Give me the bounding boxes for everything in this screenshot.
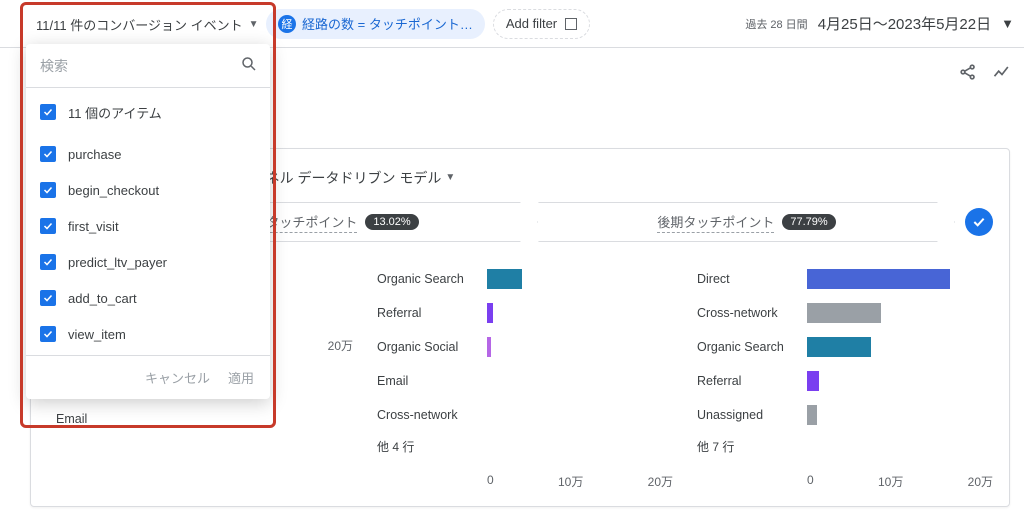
list-item[interactable]: begin_checkout <box>26 172 270 208</box>
bar <box>807 405 817 425</box>
list-item[interactable]: view_item <box>26 316 270 352</box>
table-row: Cross-network <box>377 398 673 432</box>
axis-tick: 10万 <box>878 473 903 490</box>
chart-column-late: Direct Cross-network Organic Search Referra… <box>697 262 993 490</box>
axis-tick: 0 <box>807 473 814 490</box>
table-row: Direct <box>697 262 993 296</box>
dropdown-actions: キャンセル 適用 <box>26 356 270 399</box>
axis-tick: 10万 <box>558 473 583 490</box>
checkbox-checked-icon[interactable] <box>40 218 56 234</box>
bar <box>807 303 881 323</box>
table-row: Organic Search <box>697 330 993 364</box>
bar <box>487 269 522 289</box>
trigger-label: 11/11 件のコンバージョン イベント <box>36 15 243 34</box>
list-item[interactable]: predict_ltv_payer <box>26 244 270 280</box>
bar <box>487 303 493 323</box>
bar <box>487 337 491 357</box>
axis-tick: 20万 <box>328 337 353 354</box>
table-row: Organic Search <box>377 262 673 296</box>
search-icon[interactable] <box>240 55 258 76</box>
item-label: 11 個のアイテム <box>68 103 162 122</box>
dropdown-panel: 11 個のアイテム purchase begin_checkout first_vi… <box>26 44 270 399</box>
dropdown-list[interactable]: 11 個のアイテム purchase begin_checkout first_vi… <box>26 88 270 356</box>
list-item[interactable]: add_to_cart <box>26 280 270 316</box>
insights-icon[interactable] <box>992 62 1012 85</box>
table-row: Referral <box>377 296 673 330</box>
search-input[interactable] <box>38 57 240 75</box>
add-filter-icon <box>565 18 577 30</box>
table-row: Referral <box>697 364 993 398</box>
bar <box>807 337 871 357</box>
row-label: Referral <box>697 374 807 388</box>
checkbox-checked-icon[interactable] <box>40 254 56 270</box>
row-label: Unassigned <box>697 408 807 422</box>
row-label: Referral <box>377 306 487 320</box>
row-label: Direct <box>697 272 807 286</box>
cancel-button[interactable]: キャンセル <box>145 368 210 387</box>
dropdown-search <box>26 44 270 88</box>
filter-count-badge: 経 <box>278 15 296 33</box>
checkbox-checked-icon[interactable] <box>40 182 56 198</box>
table-row: Cross-network <box>697 296 993 330</box>
row-label: Organic Search <box>697 340 807 354</box>
item-label: view_item <box>68 327 126 342</box>
add-filter-label: Add filter <box>506 16 557 31</box>
card-action-icons <box>958 62 1012 85</box>
partial-row-label: Email <box>56 412 87 426</box>
table-row: Unassigned <box>697 398 993 432</box>
x-axis: 0 10万 20万 <box>697 473 993 490</box>
path-count-filter-pill[interactable]: 経 経路の数 = タッチポイント… <box>266 9 485 39</box>
list-item[interactable]: first_visit <box>26 208 270 244</box>
row-label: Cross-network <box>377 408 487 422</box>
axis-tick: 20万 <box>968 473 993 490</box>
axis-tick: 20万 <box>648 473 673 490</box>
share-icon[interactable] <box>958 62 978 85</box>
checkbox-checked-icon[interactable] <box>40 104 56 120</box>
row-label: Organic Search <box>377 272 487 286</box>
x-axis: 0 10万 20万 <box>377 473 673 490</box>
checkbox-checked-icon[interactable] <box>40 326 56 342</box>
item-label: predict_ltv_payer <box>68 255 167 270</box>
chevron-down-icon: ▼ <box>1001 16 1014 31</box>
apply-button[interactable]: 適用 <box>228 368 254 387</box>
more-rows-label[interactable]: 他 7 行 <box>697 438 993 455</box>
conversion-event-dropdown: 11/11 件のコンバージョン イベント ▼ 11 個のアイテム purchas… <box>26 6 270 399</box>
item-label: add_to_cart <box>68 291 137 306</box>
conversion-event-trigger[interactable]: 11/11 件のコンバージョン イベント ▼ <box>26 6 270 42</box>
axis-tick: 0 <box>487 473 494 490</box>
dropdown-items-container: purchase begin_checkout first_visitpredict… <box>26 136 270 356</box>
bar <box>807 269 950 289</box>
item-label: begin_checkout <box>68 183 159 198</box>
row-label: Cross-network <box>697 306 807 320</box>
stage-complete-check-icon[interactable] <box>965 208 993 236</box>
item-label: purchase <box>68 147 121 162</box>
table-row: Organic Social <box>377 330 673 364</box>
date-range-prefix: 過去 28 日間 <box>745 16 807 32</box>
touchpoint-stage-late[interactable]: 後期タッチポイント 77.79% <box>538 202 955 242</box>
chevron-down-icon: ▼ <box>249 19 259 30</box>
bar <box>807 371 819 391</box>
list-item[interactable]: purchase <box>26 136 270 172</box>
date-range-picker[interactable]: 過去 28 日間 4月25日～2023年5月22日 ▼ <box>745 13 1014 34</box>
filter-label: 経路の数 = タッチポイント… <box>302 14 473 33</box>
chevron-down-icon: ▼ <box>445 172 455 183</box>
checkbox-checked-icon[interactable] <box>40 290 56 306</box>
chart-column-mid: Organic Search Referral Organic Social Emai… <box>377 262 673 490</box>
add-filter-button[interactable]: Add filter <box>493 9 590 39</box>
item-label: first_visit <box>68 219 119 234</box>
row-label: Email <box>377 374 487 388</box>
more-rows-label[interactable]: 他 4 行 <box>377 438 673 455</box>
date-range-value: 4月25日～2023年5月22日 <box>818 13 991 34</box>
select-all-item[interactable]: 11 個のアイテム <box>26 88 270 136</box>
checkbox-checked-icon[interactable] <box>40 146 56 162</box>
table-row: Email <box>377 364 673 398</box>
row-label: Organic Social <box>377 340 487 354</box>
